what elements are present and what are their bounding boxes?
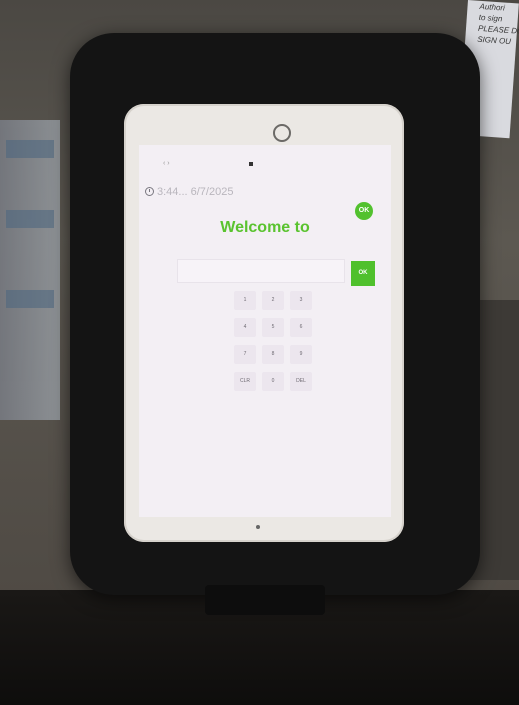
datetime-display: 3:44... 6/7/2025 [145,185,233,199]
address-bar[interactable] [249,155,255,173]
lock-icon [249,161,253,166]
poster-strip [6,290,54,308]
clock-icon [145,187,154,196]
ok-button[interactable]: OK [351,261,375,286]
key-7[interactable]: 7 [234,345,256,364]
poster-strip [6,140,54,158]
key-5[interactable]: 5 [262,318,284,337]
camera-icon [273,124,291,142]
browser-nav-buttons[interactable]: ‹ › [163,155,170,173]
key-9[interactable]: 9 [290,345,312,364]
key-0[interactable]: 0 [262,372,284,391]
poster-strip [6,210,54,228]
tablet-screen: ‹ › 3:44... 6/7/2025 OK Welcome to OK 1 … [139,145,391,517]
browser-bar: ‹ › [139,155,391,173]
key-3[interactable]: 3 [290,291,312,310]
key-8[interactable]: 8 [262,345,284,364]
key-delete[interactable]: DEL [290,372,312,391]
photo-scene: Authori to sign PLEASE DO SIGN OU ‹ › 3:… [0,0,519,705]
datetime-text: 3:44... 6/7/2025 [157,186,234,198]
kiosk-stand [205,585,325,615]
home-indicator [256,525,260,529]
key-clear[interactable]: CLR [234,372,256,391]
key-2[interactable]: 2 [262,291,284,310]
logo-mark-icon: OK [355,202,373,220]
notice-text: Authori to sign PLEASE DO SIGN OU [477,1,519,49]
key-6[interactable]: 6 [290,318,312,337]
welcome-heading: Welcome to [220,219,310,236]
status-bar [139,145,391,155]
key-1[interactable]: 1 [234,291,256,310]
left-posters [0,120,60,420]
key-4[interactable]: 4 [234,318,256,337]
code-input[interactable] [177,259,345,283]
